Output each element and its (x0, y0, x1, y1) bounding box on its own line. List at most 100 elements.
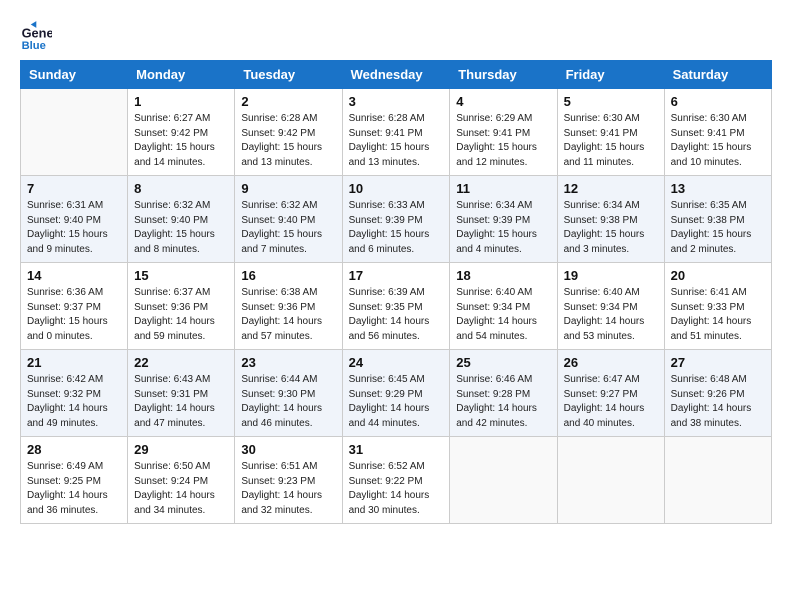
cell-info: Sunrise: 6:46 AM Sunset: 9:28 PM Dayligh… (456, 373, 550, 431)
calendar-cell (557, 437, 664, 524)
day-number: 19 (564, 268, 658, 283)
day-number: 28 (27, 442, 121, 457)
day-number: 6 (671, 94, 765, 109)
calendar-cell: 24 Sunrise: 6:45 AM Sunset: 9:29 PM Dayli… (342, 350, 450, 437)
cell-info: Sunrise: 6:52 AM Sunset: 9:22 PM Dayligh… (349, 460, 444, 518)
day-number: 1 (134, 94, 228, 109)
calendar-cell: 10 Sunrise: 6:33 AM Sunset: 9:39 PM Dayli… (342, 176, 450, 263)
cell-info: Sunrise: 6:48 AM Sunset: 9:26 PM Dayligh… (671, 373, 765, 431)
day-number: 3 (349, 94, 444, 109)
calendar-cell: 30 Sunrise: 6:51 AM Sunset: 9:23 PM Dayli… (235, 437, 342, 524)
day-number: 17 (349, 268, 444, 283)
weekday-header-friday: Friday (557, 61, 664, 89)
calendar-cell: 22 Sunrise: 6:43 AM Sunset: 9:31 PM Dayli… (128, 350, 235, 437)
cell-info: Sunrise: 6:27 AM Sunset: 9:42 PM Dayligh… (134, 112, 228, 170)
weekday-header-wednesday: Wednesday (342, 61, 450, 89)
calendar-cell: 25 Sunrise: 6:46 AM Sunset: 9:28 PM Dayli… (450, 350, 557, 437)
day-number: 12 (564, 181, 658, 196)
day-number: 2 (241, 94, 335, 109)
calendar-cell: 18Sunrise: 6:40 AM Sunset: 9:34 PM Dayli… (450, 263, 557, 350)
calendar-cell: 19 Sunrise: 6:40 AM Sunset: 9:34 PM Dayli… (557, 263, 664, 350)
day-number: 23 (241, 355, 335, 370)
day-number: 25 (456, 355, 550, 370)
calendar-cell: 2 Sunrise: 6:28 AM Sunset: 9:42 PM Daylig… (235, 89, 342, 176)
calendar-cell: 21Sunrise: 6:42 AM Sunset: 9:32 PM Dayli… (21, 350, 128, 437)
day-number: 5 (564, 94, 658, 109)
weekday-header-saturday: Saturday (664, 61, 771, 89)
calendar-cell: 1 Sunrise: 6:27 AM Sunset: 9:42 PM Daylig… (128, 89, 235, 176)
day-number: 16 (241, 268, 335, 283)
cell-info: Sunrise: 6:31 AM Sunset: 9:40 PM Dayligh… (27, 199, 121, 257)
cell-info: Sunrise: 6:39 AM Sunset: 9:35 PM Dayligh… (349, 286, 444, 344)
weekday-header-monday: Monday (128, 61, 235, 89)
day-number: 22 (134, 355, 228, 370)
day-number: 24 (349, 355, 444, 370)
cell-info: Sunrise: 6:36 AM Sunset: 9:37 PM Dayligh… (27, 286, 121, 344)
calendar-table: SundayMondayTuesdayWednesdayThursdayFrid… (20, 60, 772, 524)
cell-info: Sunrise: 6:49 AM Sunset: 9:25 PM Dayligh… (27, 460, 121, 518)
calendar-cell (664, 437, 771, 524)
calendar-cell: 13 Sunrise: 6:35 AM Sunset: 9:38 PM Dayli… (664, 176, 771, 263)
calendar-cell: 8Sunrise: 6:32 AM Sunset: 9:40 PM Daylig… (128, 176, 235, 263)
cell-info: Sunrise: 6:38 AM Sunset: 9:36 PM Dayligh… (241, 286, 335, 344)
calendar-cell: 7Sunrise: 6:31 AM Sunset: 9:40 PM Daylig… (21, 176, 128, 263)
calendar-cell: 27 Sunrise: 6:48 AM Sunset: 9:26 PM Dayli… (664, 350, 771, 437)
cell-info: Sunrise: 6:45 AM Sunset: 9:29 PM Dayligh… (349, 373, 444, 431)
cell-info: Sunrise: 6:28 AM Sunset: 9:41 PM Dayligh… (349, 112, 444, 170)
calendar-cell: 15Sunrise: 6:37 AM Sunset: 9:36 PM Dayli… (128, 263, 235, 350)
day-number: 14 (27, 268, 121, 283)
week-row-2: 7Sunrise: 6:31 AM Sunset: 9:40 PM Daylig… (21, 176, 772, 263)
week-row-5: 28 Sunrise: 6:49 AM Sunset: 9:25 PM Dayli… (21, 437, 772, 524)
calendar-cell: 31 Sunrise: 6:52 AM Sunset: 9:22 PM Dayli… (342, 437, 450, 524)
day-number: 11 (456, 181, 550, 196)
cell-info: Sunrise: 6:44 AM Sunset: 9:30 PM Dayligh… (241, 373, 335, 431)
cell-info: Sunrise: 6:34 AM Sunset: 9:38 PM Dayligh… (564, 199, 658, 257)
calendar-cell: 12 Sunrise: 6:34 AM Sunset: 9:38 PM Dayli… (557, 176, 664, 263)
cell-info: Sunrise: 6:40 AM Sunset: 9:34 PM Dayligh… (456, 286, 550, 344)
svg-text:General: General (22, 26, 52, 41)
calendar-cell: 5Sunrise: 6:30 AM Sunset: 9:41 PM Daylig… (557, 89, 664, 176)
day-number: 13 (671, 181, 765, 196)
day-number: 4 (456, 94, 550, 109)
cell-info: Sunrise: 6:42 AM Sunset: 9:32 PM Dayligh… (27, 373, 121, 431)
day-number: 31 (349, 442, 444, 457)
calendar-cell: 3 Sunrise: 6:28 AM Sunset: 9:41 PM Daylig… (342, 89, 450, 176)
calendar-cell (21, 89, 128, 176)
day-number: 29 (134, 442, 228, 457)
week-row-1: 1 Sunrise: 6:27 AM Sunset: 9:42 PM Daylig… (21, 89, 772, 176)
cell-info: Sunrise: 6:50 AM Sunset: 9:24 PM Dayligh… (134, 460, 228, 518)
calendar-cell: 17 Sunrise: 6:39 AM Sunset: 9:35 PM Dayli… (342, 263, 450, 350)
logo: General Blue (20, 20, 56, 52)
cell-info: Sunrise: 6:28 AM Sunset: 9:42 PM Dayligh… (241, 112, 335, 170)
calendar-cell: 14 Sunrise: 6:36 AM Sunset: 9:37 PM Dayli… (21, 263, 128, 350)
calendar-cell: 16 Sunrise: 6:38 AM Sunset: 9:36 PM Dayli… (235, 263, 342, 350)
calendar-cell (450, 437, 557, 524)
cell-info: Sunrise: 6:35 AM Sunset: 9:38 PM Dayligh… (671, 199, 765, 257)
weekday-header-row: SundayMondayTuesdayWednesdayThursdayFrid… (21, 61, 772, 89)
cell-info: Sunrise: 6:29 AM Sunset: 9:41 PM Dayligh… (456, 112, 550, 170)
day-number: 26 (564, 355, 658, 370)
cell-info: Sunrise: 6:32 AM Sunset: 9:40 PM Dayligh… (241, 199, 335, 257)
cell-info: Sunrise: 6:33 AM Sunset: 9:39 PM Dayligh… (349, 199, 444, 257)
cell-info: Sunrise: 6:43 AM Sunset: 9:31 PM Dayligh… (134, 373, 228, 431)
cell-info: Sunrise: 6:30 AM Sunset: 9:41 PM Dayligh… (671, 112, 765, 170)
calendar-cell: 11 Sunrise: 6:34 AM Sunset: 9:39 PM Dayli… (450, 176, 557, 263)
page-header: General Blue (20, 20, 772, 52)
day-number: 10 (349, 181, 444, 196)
cell-info: Sunrise: 6:40 AM Sunset: 9:34 PM Dayligh… (564, 286, 658, 344)
svg-text:Blue: Blue (22, 40, 46, 52)
cell-info: Sunrise: 6:32 AM Sunset: 9:40 PM Dayligh… (134, 199, 228, 257)
cell-info: Sunrise: 6:51 AM Sunset: 9:23 PM Dayligh… (241, 460, 335, 518)
day-number: 30 (241, 442, 335, 457)
cell-info: Sunrise: 6:41 AM Sunset: 9:33 PM Dayligh… (671, 286, 765, 344)
week-row-3: 14 Sunrise: 6:36 AM Sunset: 9:37 PM Dayli… (21, 263, 772, 350)
weekday-header-sunday: Sunday (21, 61, 128, 89)
calendar-cell: 26 Sunrise: 6:47 AM Sunset: 9:27 PM Dayli… (557, 350, 664, 437)
cell-info: Sunrise: 6:47 AM Sunset: 9:27 PM Dayligh… (564, 373, 658, 431)
day-number: 27 (671, 355, 765, 370)
day-number: 9 (241, 181, 335, 196)
day-number: 15 (134, 268, 228, 283)
week-row-4: 21Sunrise: 6:42 AM Sunset: 9:32 PM Dayli… (21, 350, 772, 437)
cell-info: Sunrise: 6:34 AM Sunset: 9:39 PM Dayligh… (456, 199, 550, 257)
calendar-cell: 6 Sunrise: 6:30 AM Sunset: 9:41 PM Daylig… (664, 89, 771, 176)
